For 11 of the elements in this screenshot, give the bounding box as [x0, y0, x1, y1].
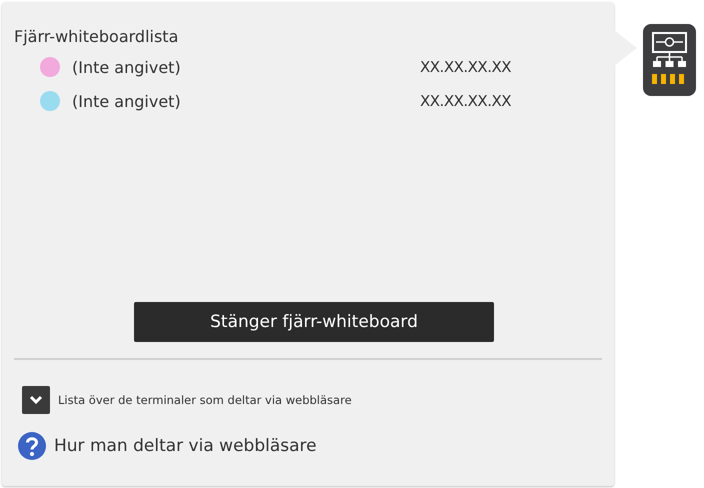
help-icon[interactable]	[18, 432, 46, 460]
ip-address: XX.XX.XX.XX	[420, 58, 512, 76]
browser-terminals-label: Lista över de terminaler som deltar via webbläsare	[58, 393, 352, 407]
network-device-icon[interactable]	[643, 24, 696, 96]
ip-address: XX.XX.XX.XX	[420, 92, 512, 110]
panel-title: Fjärr-whiteboardlista	[14, 26, 180, 48]
device-name: (Inte angivet)	[72, 58, 182, 76]
close-whiteboard-button[interactable]: Stänger fjärr-whiteboard	[134, 302, 494, 342]
help-link[interactable]: Hur man deltar via webbläsare	[54, 436, 317, 456]
expand-button[interactable]	[22, 386, 50, 414]
device-name: (Inte angivet)	[72, 92, 182, 110]
